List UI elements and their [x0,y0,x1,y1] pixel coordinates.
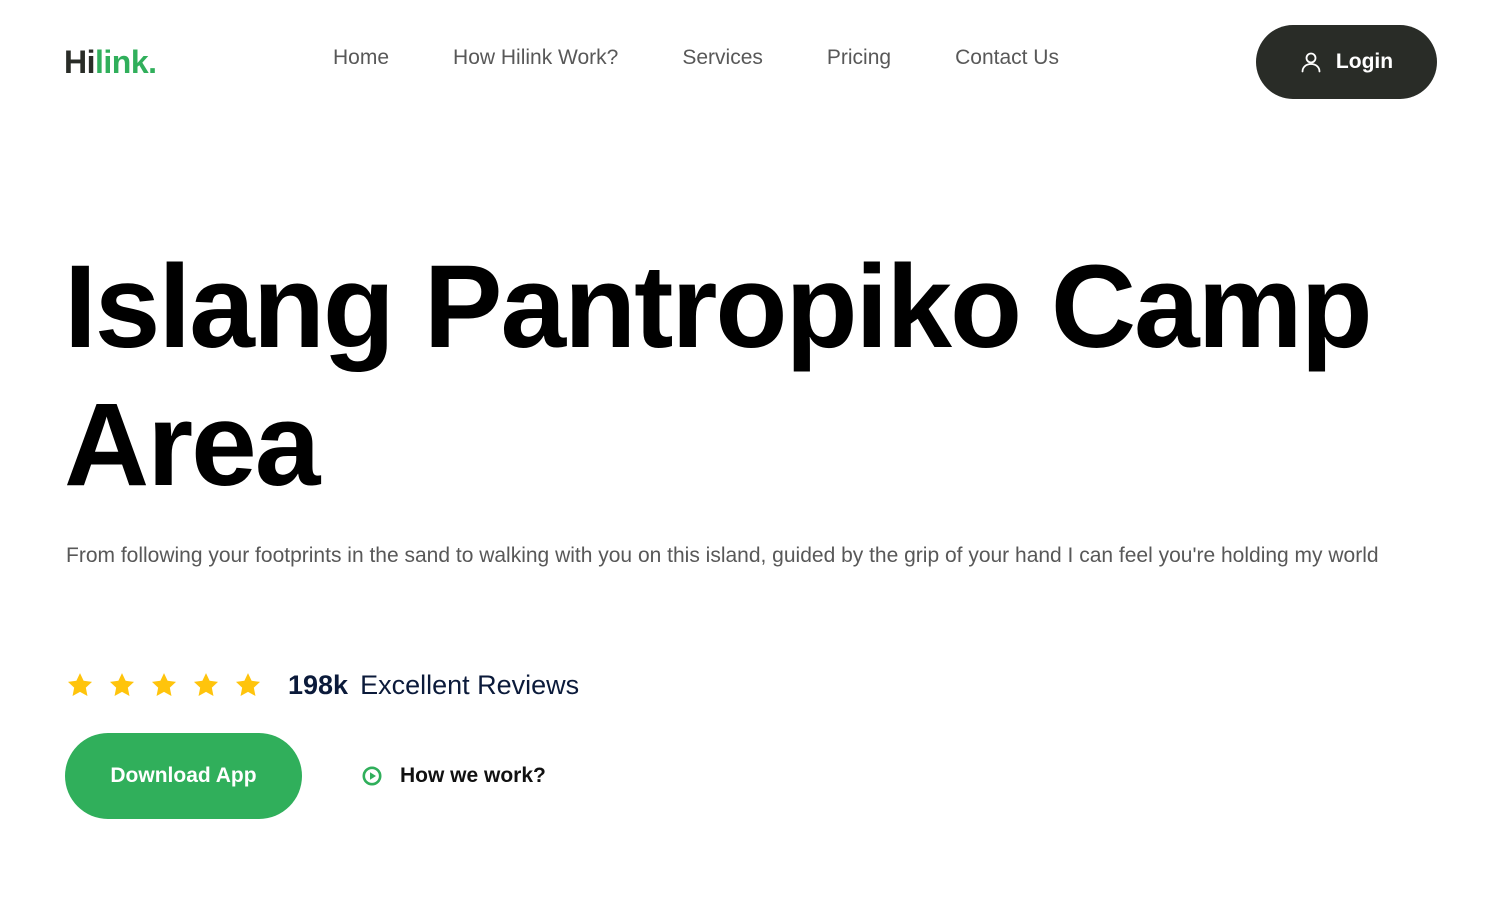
login-button[interactable]: Login [1256,25,1437,99]
play-circle-icon [362,766,382,786]
download-app-button[interactable]: Download App [65,733,302,819]
landing-page: Hilink. Home How Hilink Work? Services P… [0,0,1504,906]
nav-contact-us[interactable]: Contact Us [955,44,1059,72]
hero-title-line2: Area [64,379,320,511]
hero-title-line1: Islang Pantropiko Camp [64,241,1373,373]
rating: 198k Excellent Reviews [66,668,579,702]
how-we-work-link[interactable]: How we work? [362,762,546,790]
hero-description: From following your footprints in the sa… [66,544,1379,567]
nav-home[interactable]: Home [333,44,389,72]
star-icon [234,671,262,699]
logo-link: link. [95,44,157,80]
logo-hi: Hi [64,44,96,80]
user-icon [1300,51,1322,73]
rating-stars [66,671,262,699]
rating-count: 198k [288,670,349,700]
nav-services[interactable]: Services [682,44,763,72]
logo[interactable]: Hilink. [64,42,157,82]
star-icon [108,671,136,699]
rating-label: Excellent Reviews [360,670,580,700]
main-nav: Home How Hilink Work? Services Pricing C… [333,44,1059,72]
how-we-work-label: How we work? [400,764,546,787]
nav-how-hilink-work[interactable]: How Hilink Work? [453,44,618,72]
nav-pricing[interactable]: Pricing [827,44,891,72]
hero-title: Islang Pantropiko Camp Area [64,238,1464,514]
star-icon [150,671,178,699]
star-icon [192,671,220,699]
login-label: Login [1335,50,1394,73]
star-icon [66,671,94,699]
